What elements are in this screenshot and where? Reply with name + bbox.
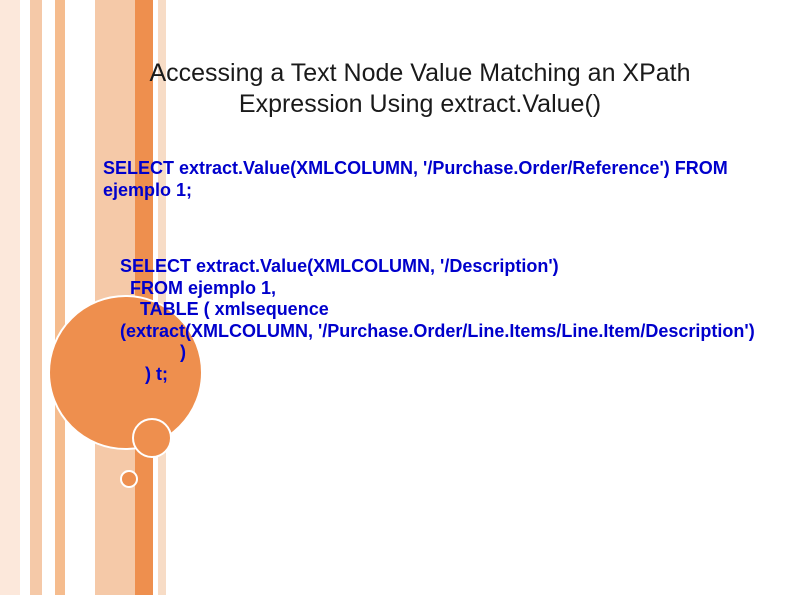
decor-circle-medium [132, 418, 172, 458]
code-line: ) [120, 342, 760, 364]
decor-stripe [30, 0, 42, 595]
code-line: TABLE ( xmlsequence [120, 299, 760, 321]
sql-code-block-2: SELECT extract.Value(XMLCOLUMN, '/Descri… [120, 256, 760, 386]
code-line: FROM ejemplo 1, [120, 278, 760, 300]
decor-stripe [0, 0, 20, 595]
code-line: ) t; [120, 364, 760, 386]
slide-title: Accessing a Text Node Value Matching an … [130, 58, 710, 121]
decor-stripe [55, 0, 65, 595]
code-line: SELECT extract.Value(XMLCOLUMN, '/Descri… [120, 256, 760, 278]
decor-circle-small [120, 470, 138, 488]
sql-code-block-1: SELECT extract.Value(XMLCOLUMN, '/Purcha… [103, 158, 763, 201]
code-line: SELECT extract.Value(XMLCOLUMN, '/Purcha… [103, 158, 763, 201]
code-line: (extract(XMLCOLUMN, '/Purchase.Order/Lin… [120, 321, 760, 343]
